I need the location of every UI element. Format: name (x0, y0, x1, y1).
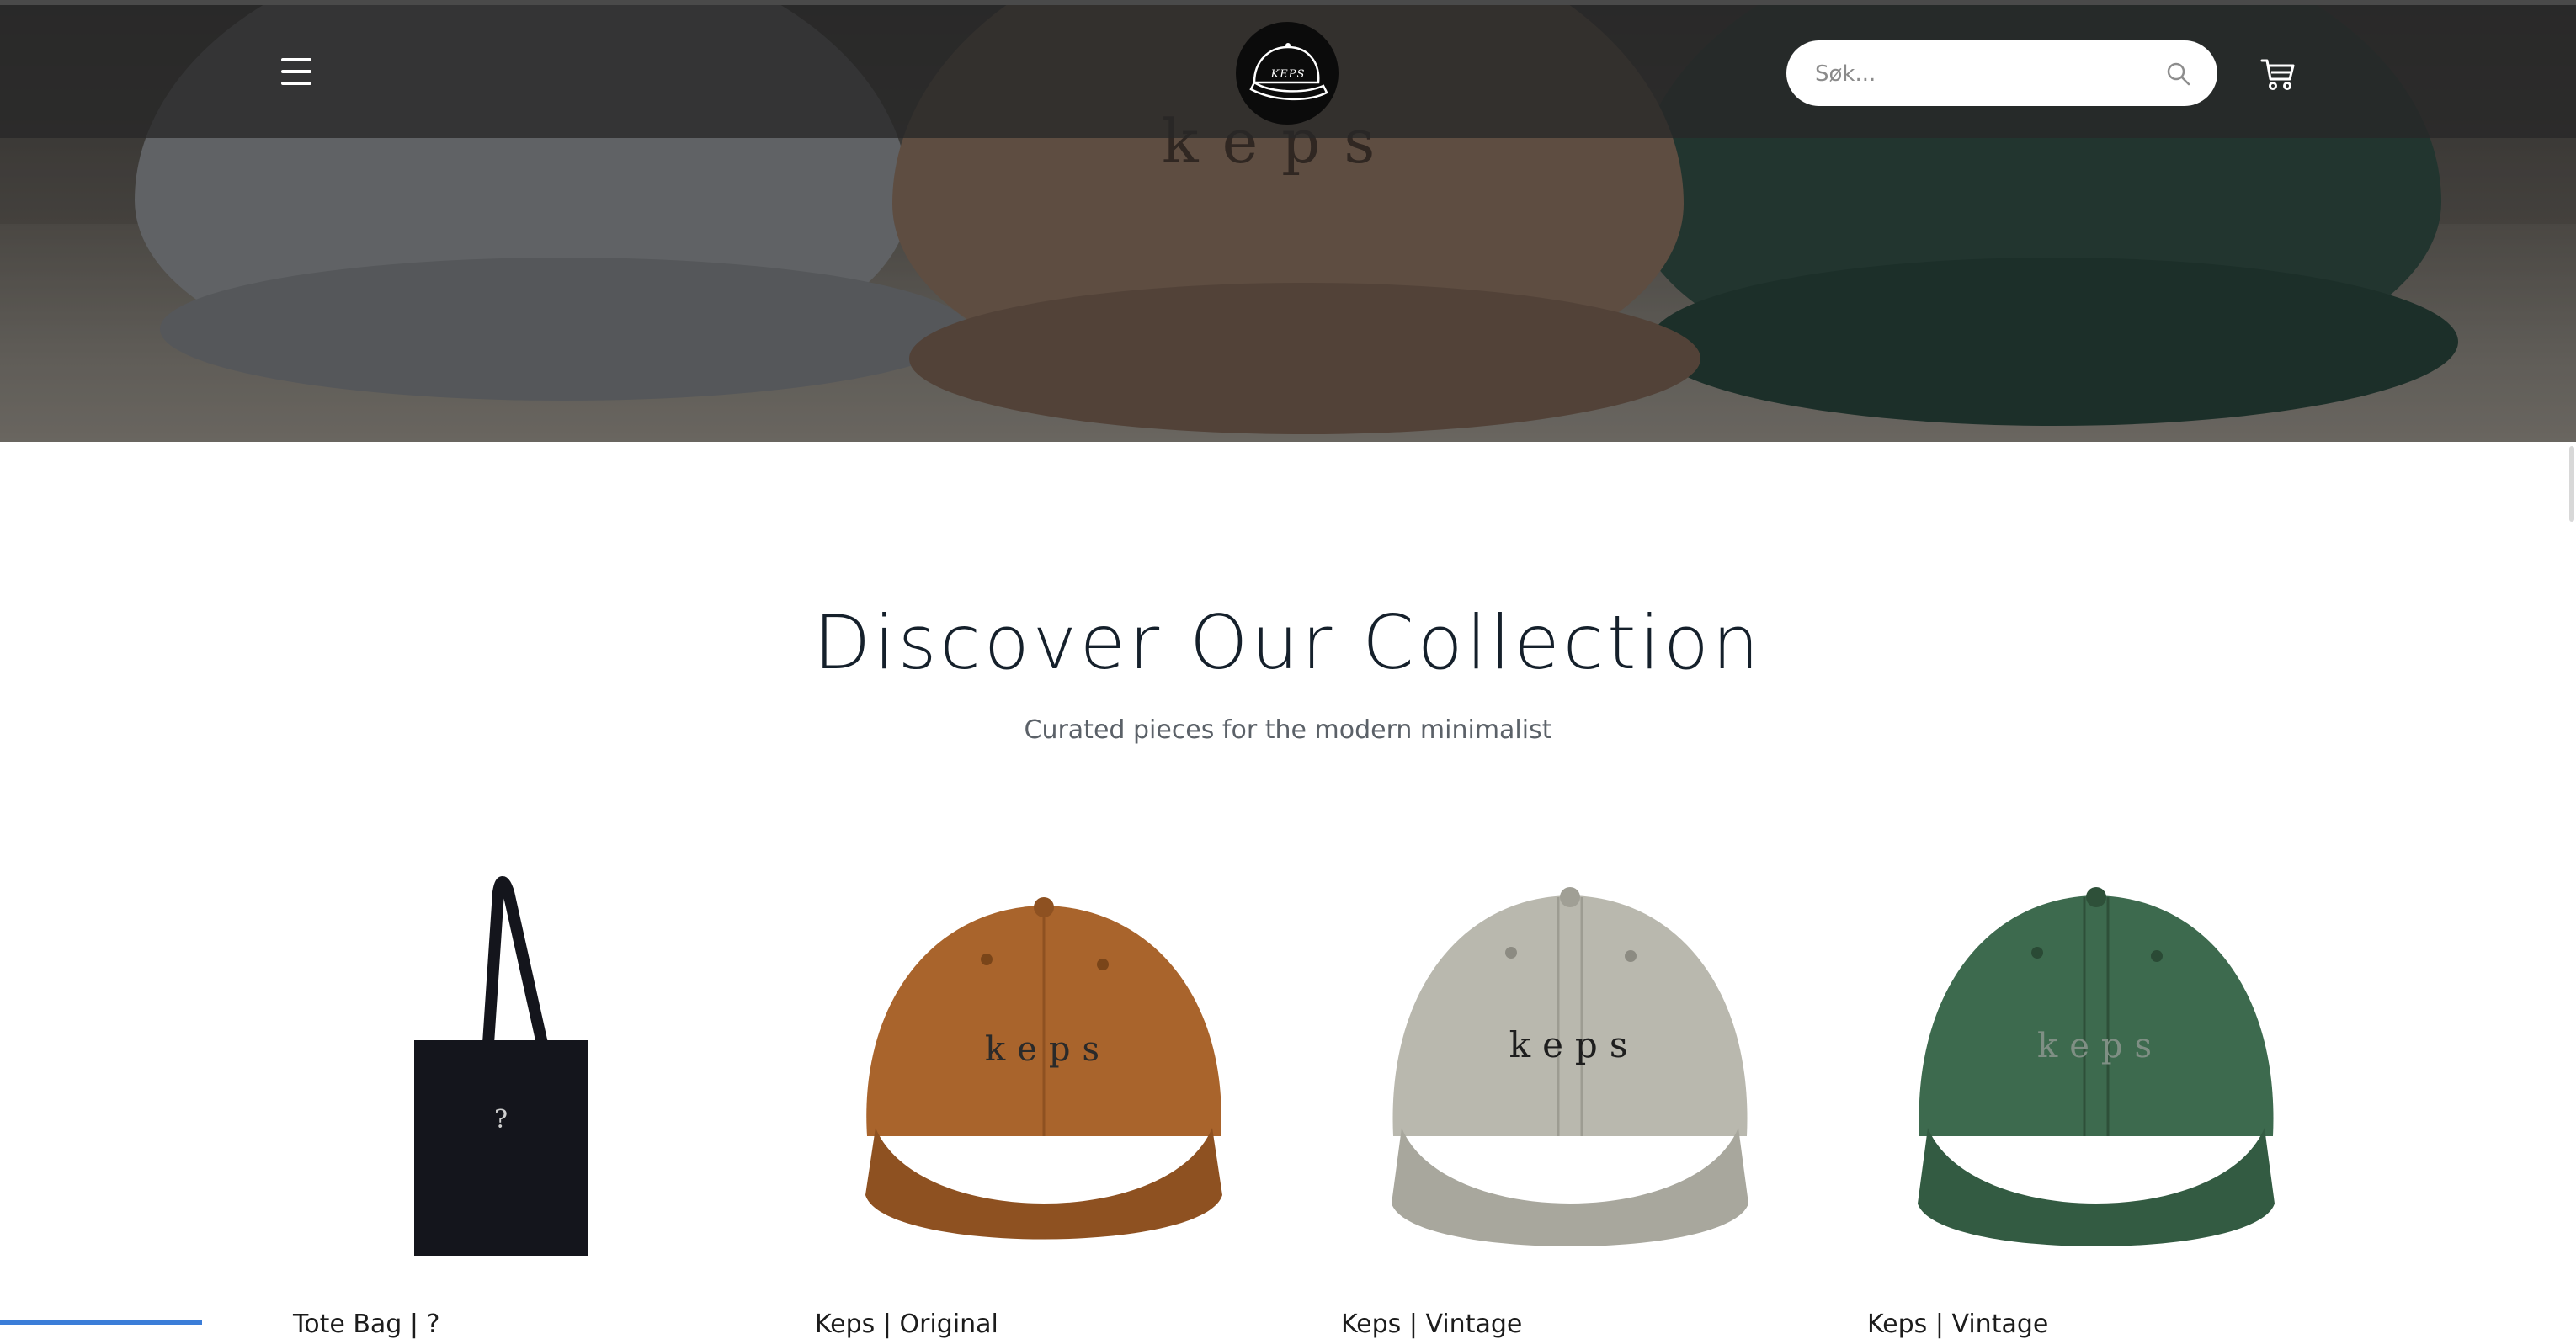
svg-text:keps: keps (985, 1030, 1111, 1069)
brand-logo[interactable]: KEPS (1236, 22, 1339, 125)
green-cap-image: keps (1918, 887, 2275, 1246)
product-card-tote[interactable]: ? Tote Bag | ? (286, 858, 758, 1339)
logo-text: KEPS (1270, 68, 1306, 81)
product-grid: ? Tote Bag | ? keps Keps | Original keps… (286, 858, 2298, 1339)
search-input[interactable] (1813, 52, 2153, 96)
product-card-original[interactable]: keps Keps | Original (808, 858, 1280, 1339)
search-icon[interactable] (2165, 61, 2192, 88)
svg-text:keps: keps (2037, 1027, 2164, 1065)
svg-text:?: ? (494, 1105, 508, 1134)
corduroy-cap-image: keps (865, 897, 1222, 1240)
cap-logo-icon: KEPS (1249, 43, 1328, 101)
bottom-progress-bar (0, 1320, 202, 1325)
stone-cap-image: keps (1392, 887, 1748, 1246)
cart-icon[interactable] (2259, 56, 2297, 93)
hamburger-icon[interactable] (278, 58, 315, 88)
svg-text:keps: keps (1509, 1024, 1640, 1065)
collection-title: Discover Our Collection (813, 599, 1763, 686)
page-scrollbar[interactable] (2569, 446, 2574, 522)
product-card-vintage-stone[interactable]: keps Keps | Vintage (1334, 858, 1806, 1339)
product-card-vintage-green[interactable]: keps Keps | Vintage (1860, 858, 2332, 1339)
search-field[interactable] (1786, 40, 2217, 106)
collection-subtitle: Curated pieces for the modern minimalist (1024, 715, 1552, 745)
tote-bag-image: ? (414, 876, 588, 1256)
site-header: KEPS (0, 5, 2576, 138)
